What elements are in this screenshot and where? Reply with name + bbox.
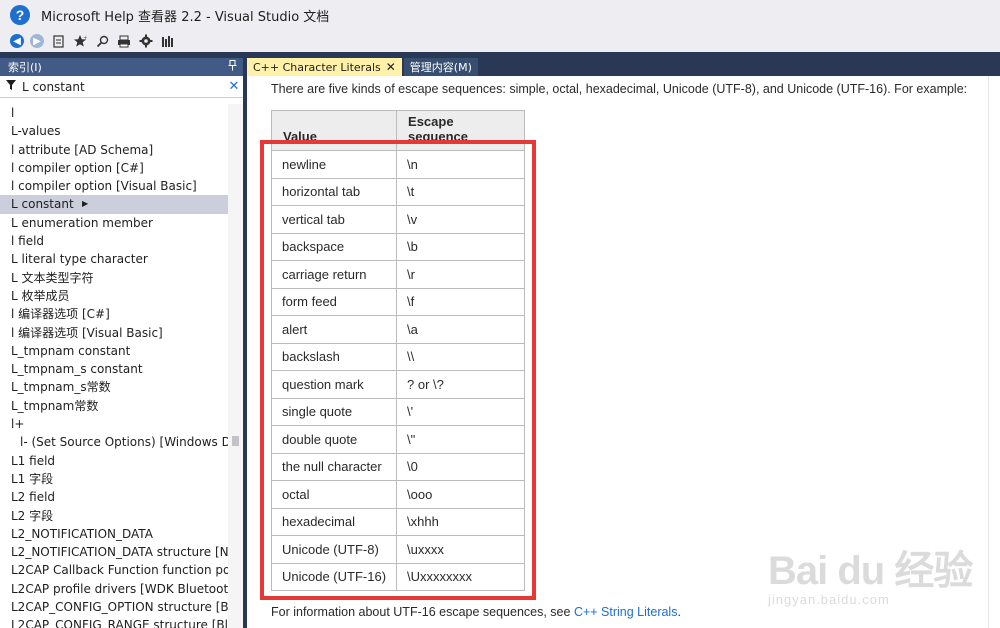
- print-icon[interactable]: [116, 33, 132, 49]
- index-item[interactable]: L2 field: [0, 488, 228, 506]
- index-item[interactable]: L2CAP Callback Function function pointe: [0, 561, 228, 579]
- index-item[interactable]: l+: [0, 415, 228, 433]
- index-item[interactable]: L_tmpnam constant: [0, 342, 228, 360]
- pin-icon[interactable]: [228, 60, 237, 74]
- outro-text: For information about UTF-16 escape sequ…: [271, 605, 574, 619]
- string-literals-link[interactable]: C++ String Literals: [574, 605, 678, 619]
- index-item[interactable]: l compiler option [Visual Basic]: [0, 177, 228, 195]
- search-icon[interactable]: [94, 33, 110, 49]
- index-item[interactable]: L2_NOTIFICATION_DATA structure [Netw: [0, 543, 228, 561]
- index-item[interactable]: L literal type character: [0, 250, 228, 268]
- tab-label: C++ Character Literals: [253, 60, 381, 74]
- window-title: Microsoft Help 查看器 2.2 - Visual Studio 文…: [41, 9, 330, 25]
- index-item[interactable]: L_tmpnam_s常数: [0, 378, 228, 396]
- clear-search-icon[interactable]: ✕: [225, 79, 243, 94]
- scrollbar-thumb[interactable]: [232, 436, 239, 446]
- index-item[interactable]: L2CAP profile drivers [WDK Bluetooth]: [0, 580, 228, 598]
- index-item[interactable]: l attribute [AD Schema]: [0, 141, 228, 159]
- index-item[interactable]: L2_NOTIFICATION_DATA: [0, 525, 228, 543]
- index-item[interactable]: L_tmpnam常数: [0, 397, 228, 415]
- close-tab-icon[interactable]: ✕: [386, 60, 396, 74]
- index-item[interactable]: l: [0, 104, 228, 122]
- index-item[interactable]: L1 field: [0, 452, 228, 470]
- index-panel-header: 索引(I): [0, 58, 243, 76]
- index-item[interactable]: L-values: [0, 122, 228, 140]
- index-item[interactable]: l- (Set Source Options) [Windows Debu: [0, 433, 228, 451]
- index-item[interactable]: l 编译器选项 [C#]: [0, 305, 228, 323]
- index-item[interactable]: L1 字段: [0, 470, 228, 488]
- home-icon[interactable]: [50, 33, 66, 49]
- index-item[interactable]: L constant ▶: [0, 195, 228, 214]
- index-item[interactable]: l field: [0, 232, 228, 250]
- toolbar: ◀ ▶ +: [0, 30, 1000, 52]
- back-icon[interactable]: ◀: [10, 34, 24, 48]
- tab-manage-content[interactable]: 管理内容(M): [403, 58, 478, 76]
- svg-text:+: +: [83, 35, 87, 42]
- highlight-annotation: [260, 140, 536, 600]
- index-scrollbar[interactable]: [228, 104, 243, 628]
- index-item[interactable]: l compiler option [C#]: [0, 159, 228, 177]
- content-scrollbar[interactable]: [988, 76, 1000, 628]
- outro-paragraph: For information about UTF-16 escape sequ…: [271, 605, 681, 619]
- add-favorite-icon[interactable]: +: [72, 33, 88, 49]
- index-search-row: ✕: [0, 76, 243, 98]
- index-panel-title: 索引(I): [8, 61, 42, 74]
- index-list: l L-values l attribute [AD Schema] l compil…: [0, 104, 228, 628]
- intro-paragraph: There are five kinds of escape sequences…: [271, 82, 968, 96]
- tab-strip: C++ Character Literals ✕ 管理内容(M): [247, 58, 1000, 76]
- index-item[interactable]: L 文本类型字符: [0, 269, 228, 287]
- settings-icon[interactable]: [138, 33, 154, 49]
- index-item[interactable]: L_tmpnam_s constant: [0, 360, 228, 378]
- index-item[interactable]: L enumeration member: [0, 214, 228, 232]
- filter-icon[interactable]: [0, 80, 22, 93]
- index-item[interactable]: L 枚举成员: [0, 287, 228, 305]
- index-item[interactable]: L2CAP_CONFIG_OPTION structure [Bluet: [0, 598, 228, 616]
- manage-content-icon[interactable]: [160, 33, 176, 49]
- index-item[interactable]: l 编译器选项 [Visual Basic]: [0, 324, 228, 342]
- tab-character-literals[interactable]: C++ Character Literals ✕: [247, 58, 402, 76]
- outro-end: .: [677, 605, 681, 619]
- index-search-input[interactable]: [22, 77, 225, 96]
- title-bar: ? Microsoft Help 查看器 2.2 - Visual Studio…: [0, 0, 1000, 30]
- index-item[interactable]: L2 字段: [0, 507, 228, 525]
- help-icon: ?: [10, 5, 30, 25]
- forward-icon[interactable]: ▶: [30, 34, 44, 48]
- index-panel: 索引(I) ✕ lL-valuesl attribute [AD Schema]…: [0, 58, 243, 628]
- expand-arrow-icon[interactable]: ▶: [82, 195, 88, 213]
- tab-label: 管理内容(M): [409, 61, 472, 74]
- index-item[interactable]: L2CAP_CONFIG_RANGE structure [Blueto: [0, 616, 228, 628]
